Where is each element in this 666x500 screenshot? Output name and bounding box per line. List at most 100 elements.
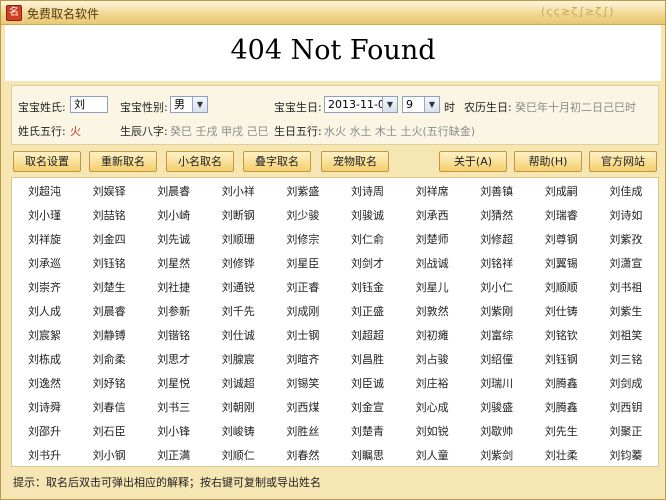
- name-cell[interactable]: 刘佳成: [593, 180, 658, 204]
- name-cell[interactable]: 刘臣诚: [335, 372, 400, 396]
- name-cell[interactable]: 刘书祖: [593, 276, 658, 300]
- name-cell[interactable]: 刘昌胜: [335, 348, 400, 372]
- name-cell[interactable]: 刘歇帅: [464, 420, 529, 444]
- name-cell[interactable]: 刘千先: [206, 300, 271, 324]
- name-cell[interactable]: 刘瑞川: [464, 372, 529, 396]
- name-cell[interactable]: 刘腺宸: [206, 348, 271, 372]
- name-cell[interactable]: 刘小崎: [141, 204, 206, 228]
- name-cell[interactable]: 刘潇宣: [593, 252, 658, 276]
- title-bar[interactable]: 名 免费取名软件 (ςς≥ζ∫≥ζ∫): [1, 1, 665, 25]
- name-cell[interactable]: 刘骏盛: [464, 396, 529, 420]
- hour-select[interactable]: 9 ▼: [402, 96, 440, 113]
- name-cell[interactable]: 刘正睿: [270, 276, 335, 300]
- name-cell[interactable]: 刘顺顺: [529, 276, 594, 300]
- pet-name-button[interactable]: 宠物取名: [321, 151, 389, 172]
- name-cell[interactable]: 刘祥旋: [12, 228, 77, 252]
- chevron-down-icon[interactable]: ▼: [424, 97, 439, 112]
- name-cell[interactable]: 刘锴铭: [141, 324, 206, 348]
- name-cell[interactable]: 刘西煤: [270, 396, 335, 420]
- name-cell[interactable]: 刘紫孜: [593, 228, 658, 252]
- name-cell[interactable]: 刘庄裕: [400, 372, 465, 396]
- name-cell[interactable]: 刘仕诚: [206, 324, 271, 348]
- name-cell[interactable]: 刘西钥: [593, 396, 658, 420]
- name-cell[interactable]: 刘紫盛: [270, 180, 335, 204]
- name-cell[interactable]: 刘正盛: [335, 300, 400, 324]
- website-button[interactable]: 官方网站: [589, 151, 657, 172]
- name-cell[interactable]: 刘成嗣: [529, 180, 594, 204]
- name-cell[interactable]: 刘俞柔: [77, 348, 142, 372]
- about-button[interactable]: 关于(A): [439, 151, 507, 172]
- name-cell[interactable]: 刘小仁: [464, 276, 529, 300]
- name-cell[interactable]: 刘紫剑: [464, 444, 529, 468]
- name-cell[interactable]: 刘星臣: [270, 252, 335, 276]
- name-cell[interactable]: 刘超沌: [12, 180, 77, 204]
- nickname-button[interactable]: 小名取名: [166, 151, 234, 172]
- name-cell[interactable]: 刘心成: [400, 396, 465, 420]
- name-cell[interactable]: 刘胜丝: [270, 420, 335, 444]
- name-cell[interactable]: 刘春然: [270, 444, 335, 468]
- name-cell[interactable]: 刘祥席: [400, 180, 465, 204]
- name-cell[interactable]: 刘书三: [141, 396, 206, 420]
- name-cell[interactable]: 刘妤铭: [77, 372, 142, 396]
- name-cell[interactable]: 刘通锐: [206, 276, 271, 300]
- settings-button[interactable]: 取名设置: [13, 151, 81, 172]
- chevron-down-icon[interactable]: ▼: [192, 97, 207, 112]
- name-cell[interactable]: 刘顺珊: [206, 228, 271, 252]
- name-cell[interactable]: 刘栋成: [12, 348, 77, 372]
- name-cell[interactable]: 刘战诚: [400, 252, 465, 276]
- name-cell[interactable]: 刘社捷: [141, 276, 206, 300]
- name-cell[interactable]: 刘楚生: [77, 276, 142, 300]
- name-cell[interactable]: 刘人童: [400, 444, 465, 468]
- name-cell[interactable]: 刘楚青: [335, 420, 400, 444]
- name-cell[interactable]: 刘仁俞: [335, 228, 400, 252]
- name-cell[interactable]: 刘修超: [464, 228, 529, 252]
- double-char-button[interactable]: 叠字取名: [243, 151, 311, 172]
- name-cell[interactable]: 刘诗如: [593, 204, 658, 228]
- name-cell[interactable]: 刘书升: [12, 444, 77, 468]
- name-cell[interactable]: 刘祖笑: [593, 324, 658, 348]
- name-cell[interactable]: 刘壮柔: [529, 444, 594, 468]
- name-cell[interactable]: 刘聚正: [593, 420, 658, 444]
- name-cell[interactable]: 刘超超: [335, 324, 400, 348]
- name-cell[interactable]: 刘顺仁: [206, 444, 271, 468]
- name-cell[interactable]: 刘人成: [12, 300, 77, 324]
- name-cell[interactable]: 刘参新: [141, 300, 206, 324]
- name-cell[interactable]: 刘喆铭: [77, 204, 142, 228]
- name-cell[interactable]: 刘娱铎: [77, 180, 142, 204]
- name-cell[interactable]: 刘朝刚: [206, 396, 271, 420]
- name-cell[interactable]: 刘小祥: [206, 180, 271, 204]
- name-cell[interactable]: 刘士钢: [270, 324, 335, 348]
- name-cell[interactable]: 刘钧蓁: [593, 444, 658, 468]
- name-cell[interactable]: 刘腾鑫: [529, 396, 594, 420]
- chevron-down-icon[interactable]: ▼: [382, 97, 397, 112]
- name-cell[interactable]: 刘占骏: [400, 348, 465, 372]
- name-cell[interactable]: 刘紫生: [593, 300, 658, 324]
- name-cell[interactable]: 刘先生: [529, 420, 594, 444]
- help-button[interactable]: 帮助(H): [514, 151, 582, 172]
- regenerate-button[interactable]: 重新取名: [89, 151, 157, 172]
- surname-input[interactable]: 刘: [70, 96, 108, 113]
- name-cell[interactable]: 刘翼锡: [529, 252, 594, 276]
- name-cell[interactable]: 刘星儿: [400, 276, 465, 300]
- name-cell[interactable]: 刘断钢: [206, 204, 271, 228]
- name-cell[interactable]: 刘小瑾: [12, 204, 77, 228]
- name-cell[interactable]: 刘春信: [77, 396, 142, 420]
- name-cell[interactable]: 刘逸然: [12, 372, 77, 396]
- name-cell[interactable]: 刘晨睿: [77, 300, 142, 324]
- name-cell[interactable]: 刘修铧: [206, 252, 271, 276]
- name-cell[interactable]: 刘承巡: [12, 252, 77, 276]
- name-cell[interactable]: 刘富综: [464, 324, 529, 348]
- name-cell[interactable]: 刘铭祥: [464, 252, 529, 276]
- name-cell[interactable]: 刘剑才: [335, 252, 400, 276]
- name-cell[interactable]: 刘宸絮: [12, 324, 77, 348]
- name-cell[interactable]: 刘小锋: [141, 420, 206, 444]
- name-cell[interactable]: 刘承西: [400, 204, 465, 228]
- name-cell[interactable]: 刘仕铸: [529, 300, 594, 324]
- name-cell[interactable]: 刘三铭: [593, 348, 658, 372]
- name-cell[interactable]: 刘善镇: [464, 180, 529, 204]
- name-cell[interactable]: 刘楚师: [400, 228, 465, 252]
- gender-select[interactable]: 男 ▼: [170, 96, 208, 113]
- name-cell[interactable]: 刘剑成: [593, 372, 658, 396]
- name-cell[interactable]: 刘崇齐: [12, 276, 77, 300]
- name-cell[interactable]: 刘瞩思: [335, 444, 400, 468]
